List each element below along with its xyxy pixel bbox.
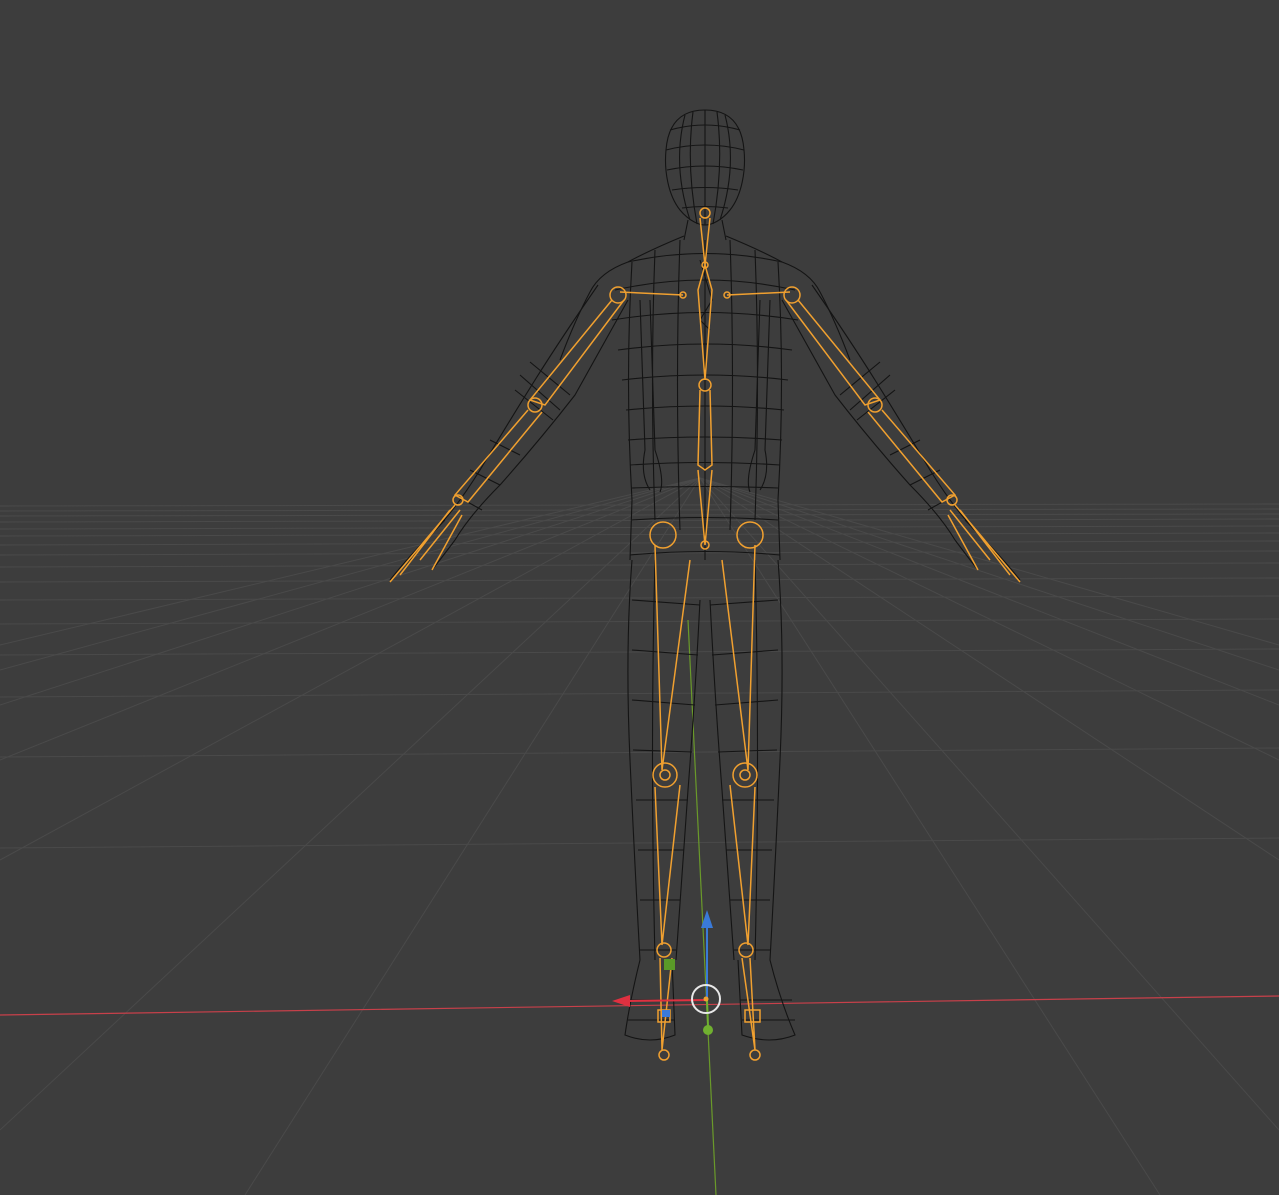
ik-target-marker[interactable] xyxy=(664,959,675,970)
floor-grid xyxy=(0,477,1279,1195)
character-mesh-wireframe[interactable] xyxy=(389,109,1021,1041)
ik-pole-marker[interactable] xyxy=(662,1010,670,1017)
gizmo-y-handle-icon[interactable] xyxy=(703,1025,713,1035)
gizmo-x-axis[interactable] xyxy=(627,999,708,1002)
3d-viewport[interactable] xyxy=(0,0,1279,1195)
origin-dot-icon[interactable] xyxy=(703,996,709,1002)
viewport-canvas[interactable] xyxy=(0,0,1279,1195)
x-axis-line xyxy=(0,995,1279,1016)
y-axis-line xyxy=(687,619,717,1195)
